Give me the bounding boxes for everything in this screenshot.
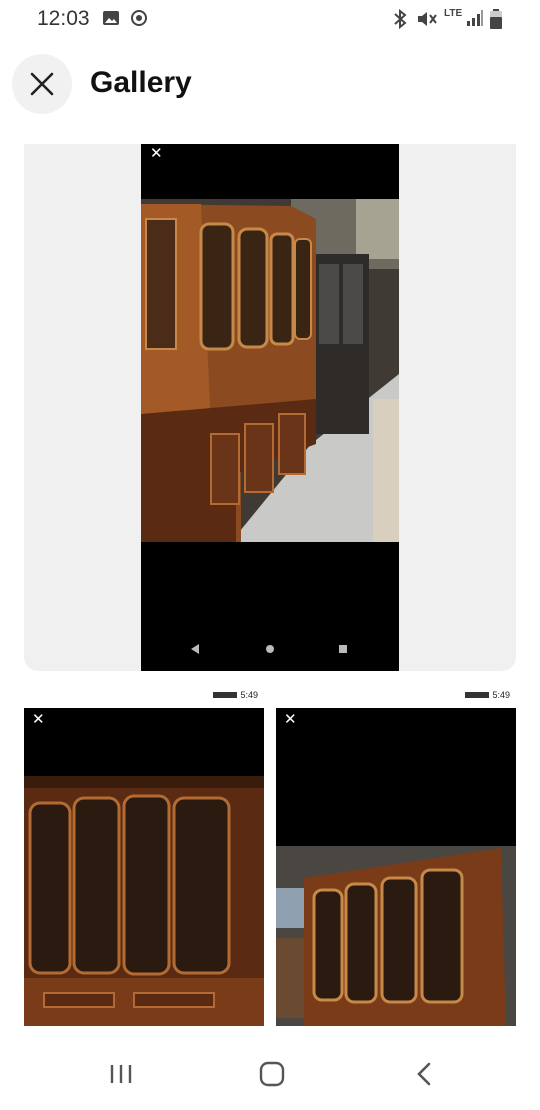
status-bar: 12:03 LTE (0, 0, 540, 38)
mute-icon (418, 12, 437, 26)
mini-status-time: 5:49 (492, 690, 510, 700)
gallery-icon (103, 11, 119, 25)
status-time: 12:03 (37, 7, 90, 30)
thumbnail-image: ✕ (276, 708, 516, 1026)
bluetooth-icon (394, 9, 407, 29)
app-header: Gallery (0, 50, 540, 120)
home-button[interactable] (252, 1058, 292, 1090)
hutch-scene (141, 199, 399, 654)
thumbnail-photo-2[interactable]: 5:49 ✕ (276, 686, 516, 1026)
battery-icon (490, 9, 502, 29)
page-title: Gallery (90, 66, 192, 99)
system-nav-bar (0, 1040, 540, 1110)
main-photo-image: ✕ (141, 144, 399, 671)
signal-icon (467, 10, 483, 26)
back-icon (417, 1062, 431, 1086)
home-icon (259, 1061, 285, 1087)
recents-button[interactable] (101, 1058, 141, 1090)
thumbnail-photo-1[interactable]: 5:49 ✕ (24, 686, 264, 1026)
main-photo[interactable]: ✕ (24, 144, 516, 671)
recents-icon (110, 1065, 132, 1083)
mini-status-bar: 5:49 (465, 690, 510, 700)
radio-icon (131, 10, 147, 26)
lte-icon: LTE (444, 8, 463, 19)
mini-status-time: 5:49 (240, 690, 258, 700)
thumbnail-image: ✕ (24, 708, 264, 1026)
close-button[interactable] (12, 54, 72, 114)
mini-status-bar: 5:49 (213, 690, 258, 700)
close-icon (30, 72, 54, 96)
back-button[interactable] (404, 1058, 444, 1090)
